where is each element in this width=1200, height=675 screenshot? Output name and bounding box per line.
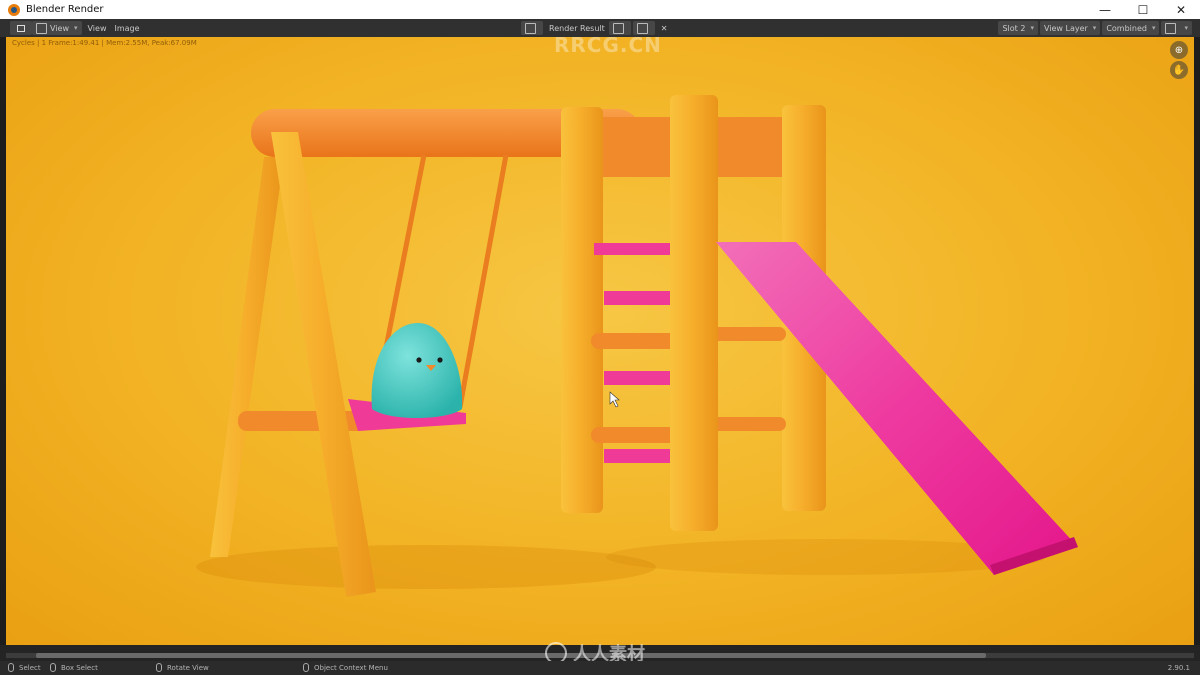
view-mode-label: View	[50, 23, 69, 33]
view-layer-label: View Layer	[1043, 23, 1088, 33]
mouse-cursor-icon	[609, 391, 620, 408]
ladder-rung-pink	[604, 371, 674, 385]
hint-select-label: Select	[19, 663, 41, 672]
hint-context-menu: Object Context Menu	[303, 663, 388, 672]
ladder-rung-pink	[604, 291, 674, 305]
climbing-tower	[561, 95, 1078, 575]
window-title: Blender Render	[26, 4, 104, 15]
hand-pan-icon[interactable]: ✋	[1170, 61, 1188, 79]
mouse-right-icon	[303, 663, 309, 672]
rendered-image	[196, 95, 1078, 597]
chick-eye	[437, 357, 443, 363]
close-icon: ✕	[660, 23, 668, 33]
header-right-controls: Slot 2 ▾ View Layer ▾ Combined ▾ ▾	[998, 21, 1194, 35]
image-editor-header: View ▾ View Image Render Result ✕ Slot 2…	[0, 19, 1200, 37]
scrollbar-thumb[interactable]	[36, 653, 986, 658]
chevron-down-icon: ▾	[1151, 24, 1156, 32]
mouse-left-icon	[50, 663, 56, 672]
view-mode-icon	[36, 22, 47, 34]
render-stats: Cycles | 1 Frame:1:49.41 | Mem:2.55M, Pe…	[12, 39, 197, 47]
close-button[interactable]: ✕	[1162, 0, 1200, 19]
blender-version: 2.90.1	[1167, 664, 1190, 672]
slot-label: Slot 2	[1002, 23, 1026, 33]
window-titlebar: Blender Render — ☐ ✕	[0, 0, 1200, 19]
image-editor-icon	[17, 24, 25, 32]
view-layer-dropdown[interactable]: View Layer ▾	[1039, 21, 1101, 35]
hint-rotate-view-label: Rotate View	[167, 663, 209, 672]
status-bar: Select Box Select Rotate View Object Con…	[0, 661, 1200, 675]
ladder-rung-pink	[604, 449, 674, 463]
window-controls: — ☐ ✕	[1086, 0, 1200, 19]
view-mode-dropdown[interactable]: View ▾	[32, 21, 82, 35]
chick-character	[371, 323, 463, 418]
hint-box-select-label: Box Select	[61, 663, 98, 672]
chevron-down-icon: ▾	[1030, 24, 1034, 32]
ladder-rung-pink	[594, 243, 674, 255]
chevron-down-icon: ▾	[73, 24, 78, 32]
swing-rope-right	[457, 154, 509, 408]
hint-rotate-view: Rotate View	[156, 663, 209, 672]
mouse-middle-icon	[156, 663, 162, 672]
menu-image[interactable]: Image	[110, 21, 143, 35]
image-browse-icon	[525, 22, 536, 34]
ladder-rung-orange	[591, 427, 683, 443]
chick-eye	[416, 357, 422, 363]
color-alpha-icon	[1165, 22, 1177, 34]
display-channels-button[interactable]: ▾	[1161, 21, 1192, 35]
minimize-button[interactable]: —	[1086, 0, 1124, 19]
new-image-button[interactable]	[632, 21, 655, 35]
hint-select: Select	[8, 663, 41, 672]
chevron-down-icon: ▾	[1184, 24, 1188, 32]
swing-leg-back	[210, 157, 284, 557]
render-pass-label: Combined	[1106, 23, 1147, 33]
copy-icon	[636, 22, 648, 34]
editor-type-button[interactable]	[10, 21, 32, 35]
ground-shadow	[196, 545, 656, 589]
hint-context-menu-label: Object Context Menu	[314, 663, 388, 672]
unlink-image-button[interactable]: ✕	[657, 21, 672, 35]
menu-view[interactable]: View	[84, 21, 111, 35]
fake-user-button[interactable]	[608, 21, 631, 35]
chevron-down-icon: ▾	[1092, 24, 1097, 32]
hint-box-select: Box Select	[50, 663, 98, 672]
tower-post-front	[670, 95, 718, 531]
maximize-button[interactable]: ☐	[1124, 0, 1162, 19]
zoom-icon[interactable]: ⊕	[1170, 41, 1188, 59]
swing-crossbar-low	[238, 411, 368, 431]
blender-logo-icon	[8, 3, 20, 16]
watermark-text: RRCG.CN	[554, 37, 662, 57]
pink-slide	[716, 242, 1078, 575]
render-pass-dropdown[interactable]: Combined ▾	[1102, 21, 1160, 35]
shield-icon	[612, 22, 624, 34]
swing-leg-front	[271, 132, 376, 597]
slot-dropdown[interactable]: Slot 2 ▾	[998, 21, 1038, 35]
render-result-field[interactable]: Render Result	[545, 21, 609, 35]
tower-post-back-left	[561, 107, 603, 513]
ladder-rung-orange	[591, 333, 683, 349]
render-result-selector: Render Result ✕	[521, 21, 671, 35]
render-viewport[interactable]: Cycles | 1 Frame:1:49.41 | Mem:2.55M, Pe…	[6, 37, 1194, 645]
mouse-left-icon	[8, 663, 14, 672]
image-browse-button[interactable]	[521, 21, 543, 35]
